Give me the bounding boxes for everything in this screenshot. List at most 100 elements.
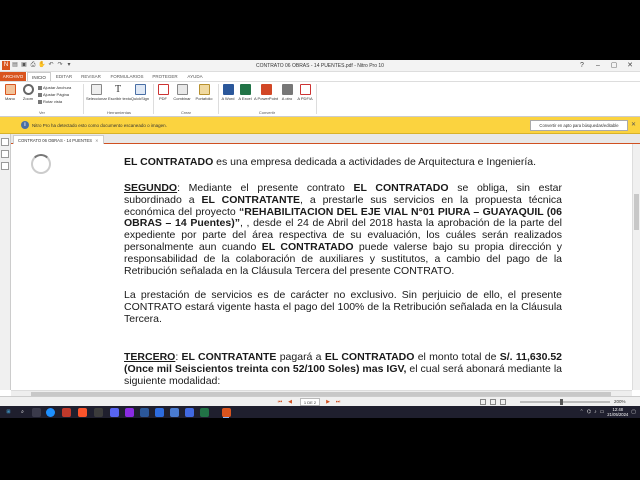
network-icon[interactable]: ⌬ [587, 409, 591, 415]
portfolio-icon [198, 84, 210, 95]
facing-view-icon[interactable] [500, 399, 506, 405]
group-label-ver: Ver [38, 110, 45, 115]
close-notification-icon[interactable]: ✕ [631, 117, 636, 134]
next-page-icon[interactable]: ▶ [324, 398, 332, 406]
task-view-icon[interactable] [32, 408, 41, 417]
windows-start-icon[interactable]: ⊞ [4, 408, 13, 417]
paragraph-prestacion: La prestación de servicios es de carácte… [124, 290, 562, 325]
zoom-slider[interactable] [520, 401, 610, 403]
edge-browser-icon[interactable] [46, 408, 55, 417]
continuous-view-icon[interactable] [490, 399, 496, 405]
app-monitor-icon[interactable] [185, 408, 194, 417]
tab-editar[interactable]: EDITAR [52, 72, 76, 81]
text-t-icon: T [114, 84, 122, 95]
signature-icon [134, 84, 146, 95]
group-separator [218, 84, 219, 114]
create-pdf-button[interactable]: PDF [155, 84, 171, 101]
chevron-up-icon[interactable]: ⌃ [579, 409, 583, 415]
word-taskbar-icon[interactable] [140, 408, 149, 417]
fit-page-button[interactable]: Ajustar Página [38, 91, 69, 98]
hand-icon [4, 84, 16, 95]
excel-taskbar-icon[interactable] [200, 408, 209, 417]
comments-panel-icon[interactable] [1, 162, 9, 170]
document-view[interactable]: EL CONTRATADO es una empresa dedicada a … [11, 144, 632, 390]
tab-proteger[interactable]: PROTEGER [150, 72, 180, 81]
volume-icon[interactable]: ♪ [594, 409, 597, 415]
paragraph-contratado: EL CONTRATADO es una empresa dedicada a … [124, 156, 537, 168]
pdf-file-icon [157, 84, 169, 95]
group-separator [83, 84, 84, 114]
clause-heading: TERCERO [124, 351, 176, 363]
zoom-slider-handle[interactable] [560, 399, 563, 405]
notifications-icon[interactable]: ▢ [631, 409, 636, 415]
tab-archivo[interactable]: ARCHIVO [0, 72, 26, 81]
page-indicator[interactable]: 1 DE 2 [300, 398, 320, 406]
status-bar: ⏮ ◀ 1 DE 2 ▶ ⏭ 200% [0, 396, 640, 406]
group-separator [153, 84, 154, 114]
group-label-herramientas: Herramientas [106, 110, 131, 115]
circle-app-icon[interactable] [94, 408, 103, 417]
battery-icon[interactable]: ▭ [600, 409, 605, 415]
nitro-pro-taskbar-icon[interactable] [222, 408, 231, 417]
hand-tool-button[interactable]: Mano [2, 84, 18, 101]
loading-spinner-icon [31, 154, 51, 174]
zoom-button[interactable]: Zoom [20, 84, 36, 101]
to-pdfa-button[interactable]: A PDF/A [296, 84, 314, 101]
minimize-button[interactable]: – [590, 60, 606, 72]
close-button[interactable]: ✕ [622, 60, 638, 72]
vertical-scrollbar[interactable] [632, 144, 640, 390]
info-icon: i [21, 121, 29, 129]
scanned-document-notification: i Nitro Pro ha detectado esto como docum… [0, 117, 640, 134]
brave-browser-icon[interactable] [78, 408, 87, 417]
clock[interactable]: 12:48 21/05/2024 [607, 407, 628, 417]
tab-formularios[interactable]: FORMULARIOS [107, 72, 147, 81]
search-icon[interactable]: ⌕ [18, 408, 27, 417]
maximize-button[interactable]: ▢ [606, 60, 622, 72]
notification-message: Nitro Pro ha detectado esto como documen… [32, 123, 167, 128]
document-tab[interactable]: CONTRATO 06 OBRAS - 14 PUENTES ✕ [13, 135, 104, 144]
excel-icon [239, 84, 251, 95]
magnifier-icon [22, 84, 34, 95]
clause-heading: SEGUNDO [124, 182, 178, 194]
tab-ayuda[interactable]: AYUDA [183, 72, 207, 81]
paragraph-tercero: TERCERO: EL CONTRATANTE pagará a EL CONT… [124, 351, 563, 387]
pdf-app-icon[interactable] [62, 408, 71, 417]
tab-inicio[interactable]: INICIO [27, 72, 51, 81]
last-page-icon[interactable]: ⏭ [334, 398, 342, 406]
app-277-icon[interactable] [170, 408, 179, 417]
tab-revisar[interactable]: REVISAR [78, 72, 104, 81]
combine-button[interactable]: Combinar [172, 84, 192, 101]
combine-files-icon [176, 84, 188, 95]
close-tab-icon[interactable]: ✕ [95, 138, 99, 143]
discord-icon[interactable] [110, 408, 119, 417]
rotate-view-button[interactable]: Rotar vista [38, 98, 62, 105]
previous-page-icon[interactable]: ◀ [286, 398, 294, 406]
select-button[interactable]: Seleccionar [86, 84, 107, 101]
cursor-select-icon [90, 84, 102, 95]
to-word-button[interactable]: A Word [220, 84, 236, 101]
document-tab-bar: CONTRATO 06 OBRAS - 14 PUENTES ✕ [11, 134, 640, 144]
to-other-button[interactable]: A otro [279, 84, 295, 101]
app-blue-icon[interactable] [155, 408, 164, 417]
bookmarks-panel-icon[interactable] [1, 150, 9, 158]
group-separator [316, 84, 317, 114]
to-powerpoint-button[interactable]: A PowerPoint [254, 84, 278, 101]
fit-width-button[interactable]: Ajustar Anchura [38, 84, 71, 91]
windows-taskbar: ⊞ ⌕ ⌃ ⌬ ♪ ▭ 12:48 21/05/2024 ▢ [0, 406, 640, 418]
nitro-pro-window: N ▤ ▣ ⎙ ✋ ↶ ↷ ▾ CONTRATO 06 OBRAS - 14 P… [0, 60, 640, 406]
group-label-convertir: Convertir [258, 110, 276, 115]
to-excel-button[interactable]: A Excel [237, 84, 253, 101]
pages-panel-icon[interactable] [1, 138, 9, 146]
rotate-icon [38, 99, 42, 104]
first-page-icon[interactable]: ⏮ [276, 398, 284, 406]
help-icon[interactable]: ? [574, 60, 590, 72]
single-page-view-icon[interactable] [480, 399, 486, 405]
type-text-button[interactable]: T Escribir texto [108, 84, 131, 101]
quicksign-button[interactable]: QuickSign [130, 84, 150, 101]
convert-searchable-button[interactable]: Convertir en apto para búsquedas/editabl… [530, 120, 628, 131]
portfolio-button[interactable]: Portafolio [193, 84, 215, 101]
left-navigation-panel [0, 134, 11, 390]
visual-studio-icon[interactable] [125, 408, 134, 417]
vertical-scroll-thumb[interactable] [634, 194, 639, 230]
other-format-icon [281, 84, 293, 95]
